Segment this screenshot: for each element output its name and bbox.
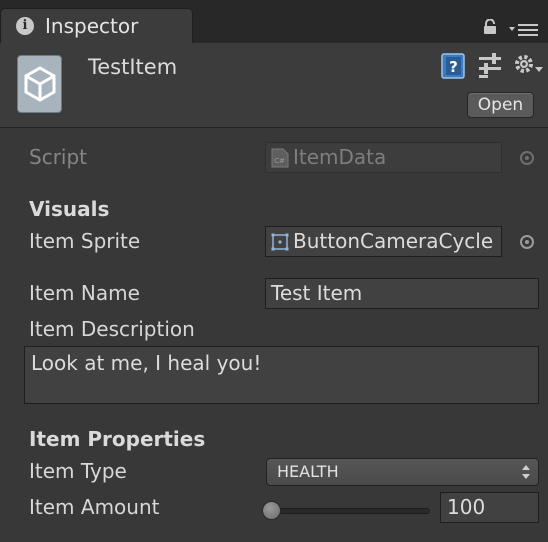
tab-title: Inspector <box>45 14 139 38</box>
settings-gear-icon[interactable] <box>513 53 543 79</box>
tab-menu-icon[interactable] <box>509 23 539 37</box>
help-book-icon[interactable]: ? <box>440 53 466 79</box>
inspector-header: TestItem ? Open <box>0 43 548 128</box>
script-picker-icon <box>520 151 534 165</box>
script-value: ItemData <box>293 145 387 169</box>
object-name: TestItem <box>88 55 178 79</box>
script-field: C# ItemData <box>265 142 502 173</box>
item-sprite-value: ButtonCameraCycle <box>293 229 494 253</box>
visuals-heading: Visuals <box>29 197 110 221</box>
item-name-label: Item Name <box>29 281 140 305</box>
item-type-dropdown[interactable]: HEALTH <box>266 458 539 486</box>
dropdown-arrows-icon <box>522 465 530 479</box>
item-amount-slider-thumb[interactable] <box>262 501 281 520</box>
item-sprite-field[interactable]: ButtonCameraCycle <box>265 226 502 257</box>
item-amount-label: Item Amount <box>29 495 160 519</box>
open-button[interactable]: Open <box>467 92 534 118</box>
svg-text:?: ? <box>449 58 458 76</box>
item-amount-slider-track[interactable] <box>268 508 430 514</box>
tab-bar: i Inspector <box>0 0 548 43</box>
item-type-label: Item Type <box>29 459 127 483</box>
svg-text:C#: C# <box>274 157 285 165</box>
item-amount-field[interactable]: 100 <box>440 492 539 523</box>
item-properties-heading: Item Properties <box>29 427 206 451</box>
item-description-textarea[interactable]: Look at me, I heal you! <box>24 346 539 404</box>
scriptable-object-icon <box>17 55 62 113</box>
item-description-label: Item Description <box>29 317 195 341</box>
sprite-picker-icon[interactable] <box>520 235 534 249</box>
item-name-field[interactable]: Test Item <box>265 278 539 309</box>
info-icon: i <box>16 17 34 35</box>
csharp-script-icon: C# <box>271 148 289 167</box>
item-sprite-label: Item Sprite <box>29 229 141 253</box>
item-type-value: HEALTH <box>277 462 339 481</box>
presets-icon[interactable] <box>477 53 503 79</box>
tab-inspector[interactable]: i Inspector <box>0 8 193 43</box>
lock-icon[interactable] <box>483 19 497 34</box>
sprite-icon <box>271 233 289 250</box>
script-label: Script <box>29 145 88 169</box>
